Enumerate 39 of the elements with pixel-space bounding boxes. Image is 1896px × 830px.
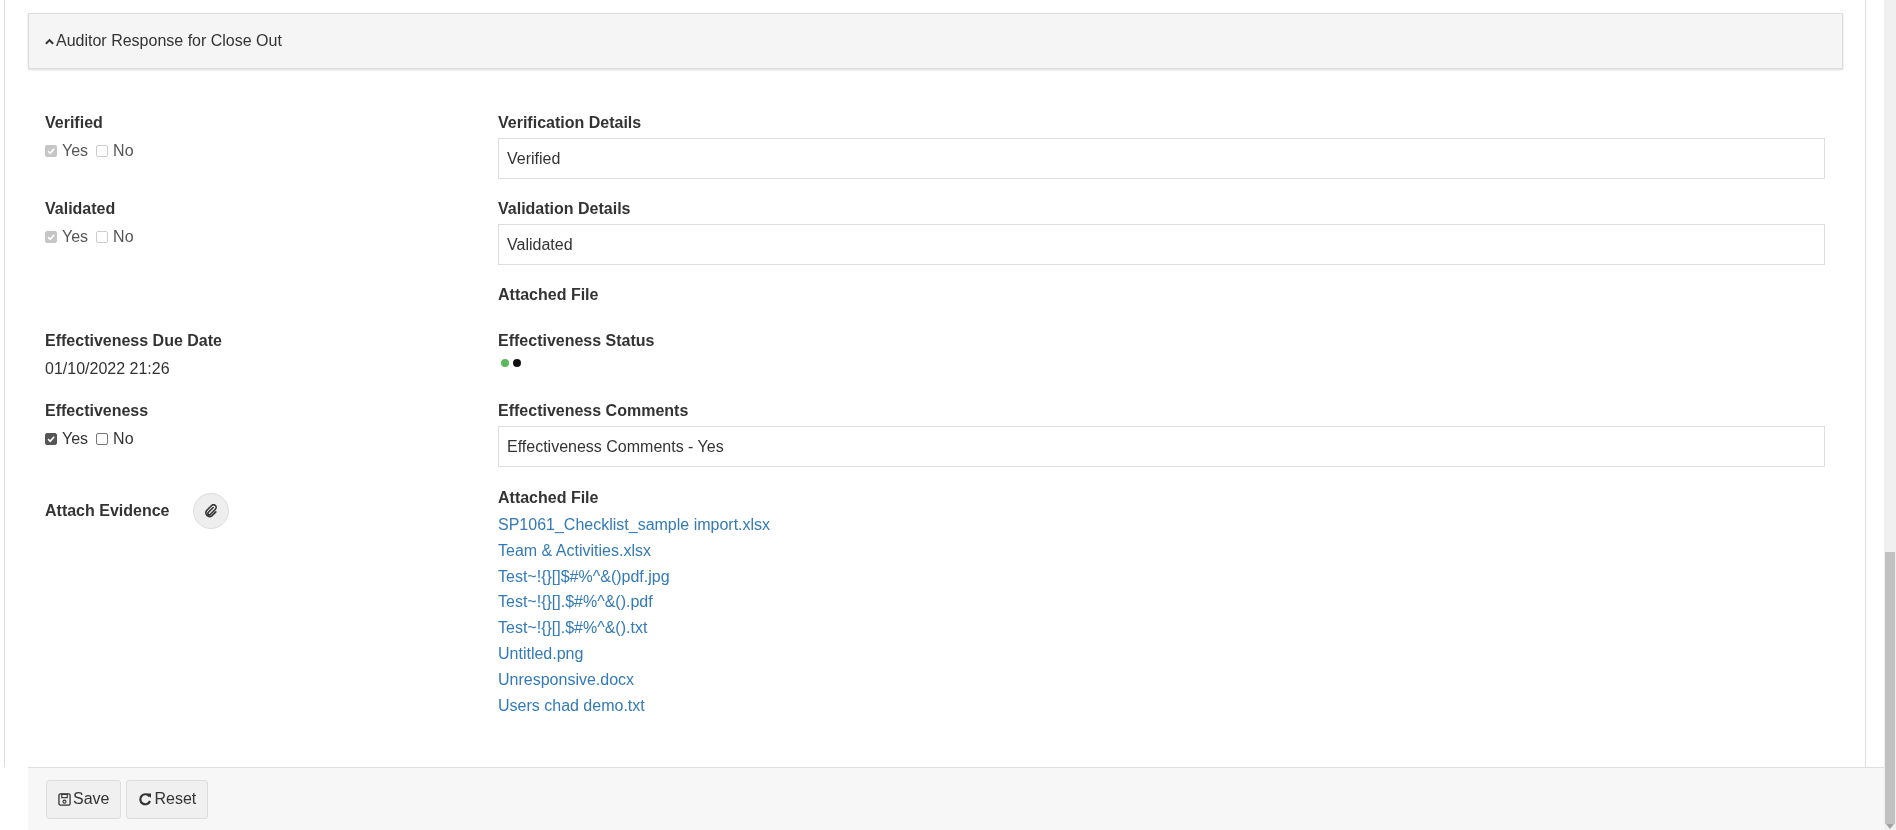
option-label: No xyxy=(113,430,134,448)
file-link[interactable]: Team & Activities.xlsx xyxy=(498,537,651,564)
field-label: Effectiveness xyxy=(45,402,150,420)
option-label: Yes xyxy=(62,430,89,448)
file-link[interactable]: Untitled.png xyxy=(498,641,584,667)
field-label: Attach Evidence xyxy=(45,502,170,520)
section-header[interactable]: Auditor Response for Close Out xyxy=(28,13,1843,69)
file-link[interactable]: Test~!{}[].$#%^&().pdf xyxy=(498,589,653,616)
field-label: Verified xyxy=(45,114,104,132)
scrollbar[interactable] xyxy=(1884,0,1896,830)
file-link[interactable]: Unresponsive.docx xyxy=(498,666,635,693)
scroll-down-arrow-icon[interactable] xyxy=(1886,824,1894,829)
field-label: Verification Details xyxy=(498,114,643,132)
paperclip-icon xyxy=(204,504,219,518)
field-label: Effectiveness Due Date xyxy=(45,332,223,350)
text-field[interactable]: Effectiveness Comments - Yes xyxy=(498,426,1825,467)
file-link[interactable]: Users chad demo.txt xyxy=(498,692,645,719)
option-label: Yes xyxy=(62,142,89,160)
field-label: Validated xyxy=(45,200,117,218)
attach-button[interactable] xyxy=(193,493,230,529)
field-label: Effectiveness Status xyxy=(498,332,656,350)
field-label: Attached File xyxy=(498,286,600,304)
checkbox[interactable] xyxy=(45,433,57,445)
file-link[interactable]: Test~!{}[]$#%^&()pdf.jpg xyxy=(498,563,670,590)
file-link[interactable]: Test~!{}[].$#%^&().txt xyxy=(498,615,648,641)
option-label: No xyxy=(113,228,134,246)
checkbox[interactable] xyxy=(96,433,109,445)
file-link[interactable]: SP1061_Checklist_sample import.xlsx xyxy=(498,512,771,538)
reset-button[interactable]: Reset xyxy=(126,779,209,819)
option-label: Yes xyxy=(62,228,89,246)
date-value: 01/10/2022 21:26 xyxy=(45,360,171,378)
text-field[interactable]: Validated xyxy=(498,224,1825,265)
field-label: Effectiveness Comments xyxy=(498,402,690,420)
save-button[interactable]: Save xyxy=(46,779,122,819)
refresh-icon xyxy=(138,792,153,806)
field-label: Validation Details xyxy=(498,200,632,218)
field-label: Attached File xyxy=(498,489,600,507)
text-field[interactable]: Verified xyxy=(498,138,1825,179)
option-label: No xyxy=(113,142,134,160)
